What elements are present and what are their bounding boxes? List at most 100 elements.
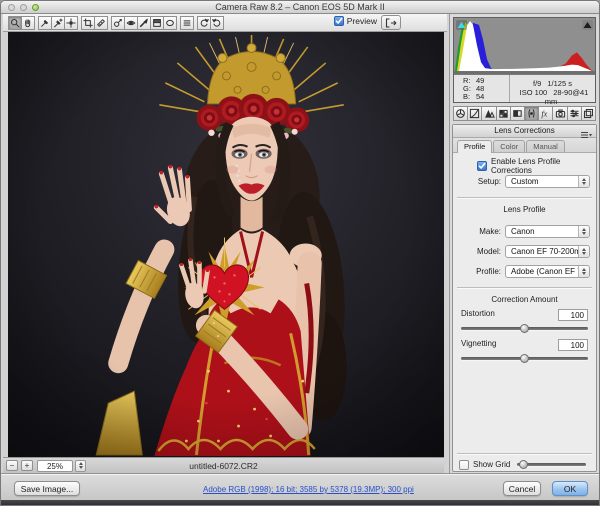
snapshots-icon — [583, 108, 594, 119]
brush-icon — [139, 18, 149, 28]
lens-corrections-icon — [526, 108, 537, 119]
distortion-value-field[interactable]: 100 — [558, 309, 588, 321]
targeted-adjustment-tool-button[interactable] — [64, 16, 78, 30]
stepper-icon — [578, 226, 589, 237]
tab-lens-corrections[interactable] — [524, 106, 539, 121]
workflow-options-link[interactable]: Adobe RGB (1998); 16 bit; 3585 by 5378 (… — [203, 485, 414, 494]
tab-effects[interactable]: fx — [538, 106, 553, 121]
photo-preview[interactable] — [8, 32, 444, 457]
tab-snapshots[interactable] — [581, 106, 596, 121]
red-eye-icon — [126, 18, 136, 28]
vignetting-slider[interactable] — [461, 357, 588, 360]
grid-size-slider[interactable] — [517, 463, 586, 466]
camera-calibration-icon — [555, 108, 566, 119]
grid-size-slider-knob[interactable] — [519, 460, 528, 469]
cancel-button[interactable]: Cancel — [503, 481, 541, 496]
setup-label: Setup: — [459, 177, 501, 186]
effects-icon: fx — [540, 108, 551, 119]
graduated-filter-tool-button[interactable] — [150, 16, 164, 30]
tab-manual[interactable]: Manual — [526, 140, 565, 152]
title-bar[interactable]: Camera Raw 8.2 – Canon EOS 5D Mark II — [1, 1, 599, 14]
save-image-button[interactable]: Save Image... — [14, 481, 80, 496]
profile-select[interactable]: Adobe (Canon EF 70-200... — [505, 265, 590, 278]
right-pane: R:49 G:48 B:54 f/91/125 s ISO 10028-90@4… — [449, 14, 599, 473]
tone-curve-icon — [469, 108, 480, 119]
distortion-slider-knob[interactable] — [520, 324, 529, 333]
shadow-clipping-warning[interactable] — [456, 20, 467, 30]
tab-profile[interactable]: Profile — [457, 140, 492, 153]
tab-camera-calibration[interactable] — [552, 106, 567, 121]
tab-split-toning[interactable] — [510, 106, 525, 121]
fullscreen-toggle-button[interactable] — [381, 15, 401, 30]
show-grid-checkbox[interactable] — [459, 460, 469, 470]
straighten-tool-button[interactable] — [94, 16, 108, 30]
rotate-right-button[interactable] — [210, 16, 224, 30]
red-eye-removal-tool-button[interactable] — [124, 16, 138, 30]
profile-tab-content: Enable Lens Profile Corrections Setup: C… — [453, 153, 596, 471]
stepper-icon — [578, 176, 589, 187]
target-icon — [66, 18, 76, 28]
divider — [457, 453, 592, 454]
tab-tone-curve[interactable] — [467, 106, 482, 121]
setup-row: Setup: Custom — [459, 175, 590, 188]
fullscreen-icon — [385, 18, 397, 28]
vignetting-label: Vignetting — [461, 339, 496, 348]
adjustment-brush-tool-button[interactable] — [137, 16, 151, 30]
tab-basic[interactable] — [453, 106, 468, 121]
distortion-row: Distortion 100 — [453, 309, 596, 322]
check-icon — [478, 162, 486, 170]
toolbar: Preview — [3, 14, 447, 32]
zoom-in-button[interactable]: + — [21, 460, 33, 471]
radial-filter-tool-button[interactable] — [163, 16, 177, 30]
white-balance-tool-button[interactable] — [38, 16, 52, 30]
lens-corrections-panel: Lens Corrections Profile Color Manual En… — [452, 124, 597, 472]
stepper-icon — [578, 246, 589, 257]
shadow-clip-triangle-icon — [457, 21, 466, 29]
vignetting-value-field[interactable]: 100 — [558, 339, 588, 351]
panel-title: Lens Corrections — [453, 126, 596, 135]
ok-button[interactable]: OK — [552, 481, 588, 496]
preview-toggle[interactable]: Preview — [334, 16, 377, 26]
zoom-tool-button[interactable] — [8, 16, 22, 30]
histogram-box: R:49 G:48 B:54 f/91/125 s ISO 10028-90@4… — [453, 17, 596, 103]
zoom-level-field[interactable]: 25% — [37, 460, 73, 472]
zoom-out-button[interactable]: − — [6, 460, 18, 471]
setup-select[interactable]: Custom — [505, 175, 590, 188]
panel-header: Lens Corrections — [453, 125, 596, 138]
b-value: 54 — [476, 93, 484, 101]
tab-hsl-grayscale[interactable] — [496, 106, 511, 121]
color-sampler-tool-button[interactable] — [51, 16, 65, 30]
lens-sub-tabs: Profile Color Manual — [453, 138, 596, 153]
rotate-right-icon — [212, 18, 222, 28]
tab-color[interactable]: Color — [493, 140, 525, 152]
panel-menu-button[interactable] — [580, 127, 592, 136]
shutter-value: 1/125 s — [547, 79, 572, 88]
model-select[interactable]: Canon EF 70-200mm f/2... — [505, 245, 590, 258]
enable-profile-label: Enable Lens Profile Corrections — [491, 157, 590, 175]
make-select[interactable]: Canon — [505, 225, 590, 238]
divider — [457, 197, 592, 198]
preferences-button[interactable] — [180, 16, 194, 30]
histogram — [454, 18, 595, 75]
model-label: Model: — [459, 247, 501, 256]
spot-removal-tool-button[interactable] — [111, 16, 125, 30]
zoom-level-stepper[interactable] — [75, 460, 86, 472]
iso-value: ISO 100 — [520, 88, 548, 97]
vignetting-row: Vignetting 100 — [453, 339, 596, 352]
eyedropper-icon — [40, 18, 50, 28]
zoom-icon — [10, 18, 20, 28]
show-grid-label: Show Grid — [473, 460, 510, 469]
enable-profile-checkbox[interactable] — [477, 161, 487, 171]
hand-tool-button[interactable] — [21, 16, 35, 30]
tab-detail[interactable] — [481, 106, 496, 121]
preferences-icon — [182, 18, 192, 28]
graduated-filter-icon — [152, 18, 162, 28]
highlight-clipping-warning[interactable] — [582, 20, 593, 30]
rotate-left-button[interactable] — [197, 16, 211, 30]
distortion-slider[interactable] — [461, 327, 588, 330]
crop-tool-button[interactable] — [81, 16, 95, 30]
left-pane: Preview — [3, 14, 447, 473]
tab-presets[interactable] — [567, 106, 582, 121]
preview-checkbox[interactable] — [334, 16, 344, 26]
vignetting-slider-knob[interactable] — [520, 354, 529, 363]
